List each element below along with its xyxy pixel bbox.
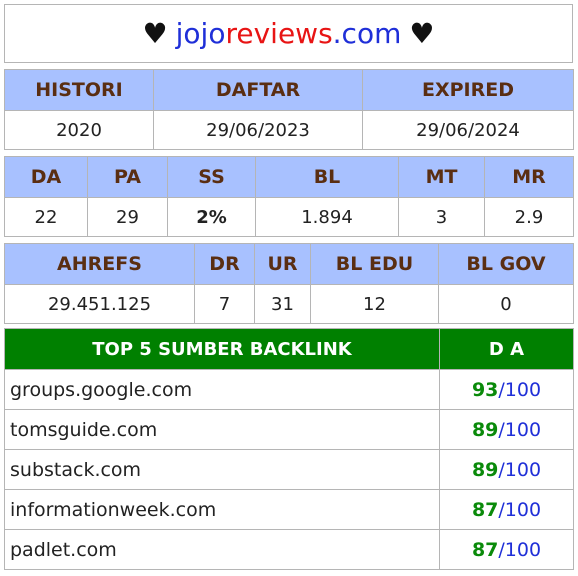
value-ahrefs: 29.451.125 [4, 284, 195, 324]
site-name-part-2: reviews [225, 17, 333, 50]
header-dr: DR [194, 243, 255, 285]
header-ss: SS [167, 156, 256, 198]
backlink-score: 89/100 [439, 409, 574, 450]
value-histori: 2020 [4, 110, 154, 150]
header-bl-gov: BL GOV [438, 243, 574, 285]
header-histori: HISTORI [4, 69, 154, 111]
metrics-table: DA PA SS BL MT MR 22 29 2% 1.894 3 2.9 [4, 156, 574, 237]
backlink-score: 87/100 [439, 529, 574, 570]
value-dr: 7 [194, 284, 255, 324]
header-pa: PA [87, 156, 168, 198]
backlink-site[interactable]: groups.google.com [4, 369, 440, 410]
site-name[interactable]: jojoreviews.com [176, 17, 402, 50]
backlink-site[interactable]: padlet.com [4, 529, 440, 570]
backlink-site[interactable]: informationweek.com [4, 489, 440, 530]
ahrefs-table: AHREFS DR UR BL EDU BL GOV 29.451.125 7 … [4, 243, 574, 324]
value-ss: 2% [167, 197, 256, 237]
table-row: padlet.com 87/100 [4, 529, 574, 570]
header-mt: MT [398, 156, 485, 198]
backlink-score: 87/100 [439, 489, 574, 530]
backlink-score: 93/100 [439, 369, 574, 410]
header-ur: UR [254, 243, 311, 285]
heart-left-icon: ♥ [142, 17, 168, 50]
backlink-table: TOP 5 SUMBER BACKLINK D A groups.google.… [4, 328, 574, 570]
site-name-part-3: .com [332, 17, 402, 50]
header-daftar: DAFTAR [153, 69, 363, 111]
header-da: DA [4, 156, 88, 198]
backlink-site[interactable]: tomsguide.com [4, 409, 440, 450]
table-row: substack.com 89/100 [4, 449, 574, 490]
value-da: 22 [4, 197, 88, 237]
heart-right-icon: ♥ [409, 17, 435, 50]
header-backlink-source: TOP 5 SUMBER BACKLINK [4, 328, 440, 370]
registration-table: HISTORI DAFTAR EXPIRED 2020 29/06/2023 2… [4, 69, 574, 150]
table-row: groups.google.com 93/100 [4, 369, 574, 410]
value-ur: 31 [254, 284, 311, 324]
value-bl-edu: 12 [310, 284, 439, 324]
header-bl-edu: BL EDU [310, 243, 439, 285]
table-row: tomsguide.com 89/100 [4, 409, 574, 450]
header-ahrefs: AHREFS [4, 243, 195, 285]
header-expired: EXPIRED [362, 69, 574, 111]
value-expired: 29/06/2024 [362, 110, 574, 150]
backlink-site[interactable]: substack.com [4, 449, 440, 490]
value-daftar: 29/06/2023 [153, 110, 363, 150]
header-backlink-da: D A [439, 328, 574, 370]
site-name-part-1: jojo [175, 17, 226, 50]
header-mr: MR [484, 156, 574, 198]
table-row: informationweek.com 87/100 [4, 489, 574, 530]
value-mr: 2.9 [484, 197, 574, 237]
value-bl: 1.894 [255, 197, 399, 237]
backlink-score: 89/100 [439, 449, 574, 490]
header-bl: BL [255, 156, 399, 198]
value-bl-gov: 0 [438, 284, 574, 324]
site-title: ♥ jojoreviews.com ♥ [4, 4, 573, 63]
value-mt: 3 [398, 197, 485, 237]
value-pa: 29 [87, 197, 168, 237]
